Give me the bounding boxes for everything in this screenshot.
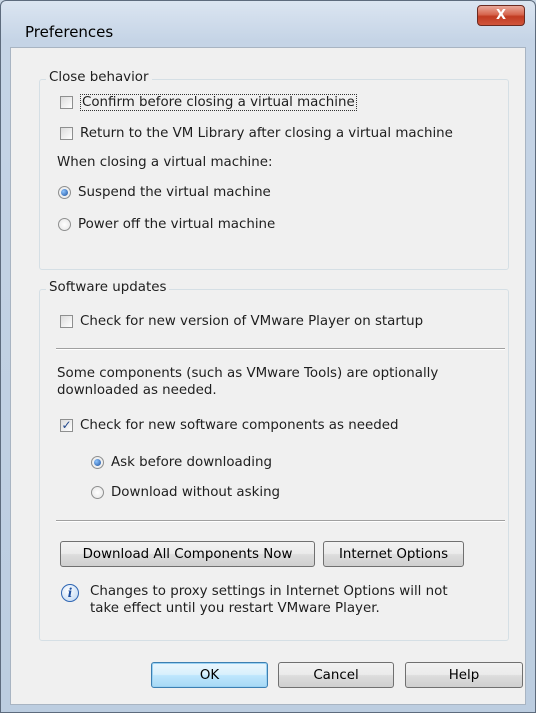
confirm-close-label: Confirm before closing a virtual machine <box>80 93 357 111</box>
ask-before-download-label: Ask before downloading <box>111 454 272 470</box>
window-title: Preferences <box>25 23 114 41</box>
suspend-option[interactable]: Suspend the virtual machine <box>58 182 271 202</box>
ok-button[interactable]: OK <box>151 662 268 688</box>
check-version-option[interactable]: Check for new version of VMware Player o… <box>60 311 423 331</box>
close-behavior-legend: Close behavior <box>46 70 152 85</box>
close-icon: X <box>495 8 507 23</box>
poweroff-radio[interactable] <box>58 217 71 231</box>
suspend-radio[interactable] <box>58 185 71 199</box>
title-bar[interactable]: Preferences X <box>1 1 535 49</box>
internet-options-button[interactable]: Internet Options <box>323 541 464 567</box>
confirm-close-checkbox[interactable] <box>60 95 73 109</box>
check-components-option[interactable]: Check for new software components as nee… <box>60 415 398 435</box>
return-library-option[interactable]: Return to the VM Library after closing a… <box>60 123 453 143</box>
cancel-button[interactable]: Cancel <box>278 662 394 688</box>
ask-before-download-option[interactable]: Ask before downloading <box>91 452 272 472</box>
suspend-label: Suspend the virtual machine <box>78 184 271 200</box>
preferences-window: Preferences X Close behavior Confirm bef… <box>0 0 536 713</box>
check-components-label: Check for new software components as nee… <box>80 417 399 433</box>
info-text-1: Changes to proxy settings in Internet Op… <box>90 584 448 599</box>
check-version-checkbox[interactable] <box>60 314 73 328</box>
confirm-close-option[interactable]: Confirm before closing a virtual machine <box>60 92 357 112</box>
ask-before-download-radio[interactable] <box>91 455 104 469</box>
components-text-2: downloaded as needed. <box>57 383 217 398</box>
dialog-body: Close behavior Confirm before closing a … <box>10 47 526 705</box>
check-version-label: Check for new version of VMware Player o… <box>80 313 424 329</box>
info-icon: i <box>61 584 79 602</box>
separator <box>56 348 505 350</box>
components-text-1: Some components (such as VMware Tools) a… <box>57 366 439 381</box>
return-library-checkbox[interactable] <box>60 126 73 140</box>
download-without-asking-radio[interactable] <box>91 485 104 499</box>
download-without-asking-label: Download without asking <box>111 484 281 500</box>
return-library-label: Return to the VM Library after closing a… <box>80 125 453 141</box>
poweroff-option[interactable]: Power off the virtual machine <box>58 214 275 234</box>
download-without-asking-option[interactable]: Download without asking <box>91 482 280 502</box>
help-button[interactable]: Help <box>405 662 523 688</box>
close-button[interactable]: X <box>477 5 525 26</box>
poweroff-label: Power off the virtual machine <box>78 216 276 232</box>
when-closing-text: When closing a virtual machine: <box>57 155 273 170</box>
check-components-checkbox[interactable] <box>60 418 73 432</box>
software-updates-legend: Software updates <box>46 280 170 295</box>
separator <box>56 520 505 522</box>
info-text-2: take effect until you restart VMware Pla… <box>90 601 380 616</box>
download-all-components-button[interactable]: Download All Components Now <box>60 541 315 567</box>
